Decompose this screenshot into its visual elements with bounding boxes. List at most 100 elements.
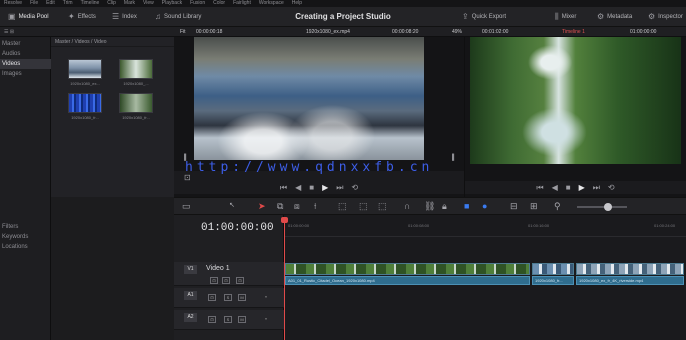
timeline-ruler[interactable]: 01:00:00:00 01:00:08:00 01:00:16:00 01:0… [284,215,686,237]
trim-mode-icon[interactable]: ⧉ [277,201,283,211]
blade-edit-icon[interactable]: ⟊ [314,201,316,211]
snapping-icon[interactable]: ∩ [404,201,410,211]
solo-icon[interactable]: S [224,316,232,323]
source-frame[interactable] [194,37,424,160]
replace-clip-icon[interactable]: ⬚ [378,201,387,211]
menu-trim[interactable]: Trim [63,0,73,7]
media-clip[interactable]: 1920x1080_fr... [68,93,102,120]
metadata-button[interactable]: ⚙ Metadata [597,11,632,23]
audio-clip[interactable]: 1920x1080_fr... [532,276,574,285]
menu-resolve[interactable]: Resolve [4,0,22,7]
zoom-custom-icon[interactable]: ⚲ [554,201,561,211]
go-to-end-icon[interactable]: ⏭ [593,183,600,193]
playhead-line[interactable] [284,219,285,340]
sound-library-button[interactable]: ♫ Sound Library [155,11,201,23]
bin-sidebar: Master Audios Videos Images Filters Keyw… [0,37,51,340]
smart-bin-keywords[interactable]: Keywords [0,232,51,242]
list-view-icon[interactable]: ☰ ⊞ [4,27,14,37]
timeline-frame[interactable] [470,37,681,164]
menu-edit[interactable]: Edit [46,0,55,7]
audio-clip[interactable]: 1920x1080_ex_fr_4K_riverside.mp4 [576,276,684,285]
position-lock-icon[interactable]: 🔒︎ [442,201,447,211]
timeline-timecode[interactable]: 01:00:00:00 [201,222,274,234]
bin-audios[interactable]: Audios [0,49,51,59]
expand-icon[interactable]: » [262,316,270,323]
menu-workspace[interactable]: Workspace [259,0,284,7]
loop-icon[interactable]: ⟲ [608,183,615,192]
step-back-icon[interactable]: ◀ [295,183,301,192]
menu-view[interactable]: View [143,0,154,7]
menu-file[interactable]: File [30,0,38,7]
effects-button[interactable]: ✦ Effects [68,11,96,23]
menu-timeline[interactable]: Timeline [81,0,100,7]
bin-master[interactable]: Master [0,39,51,49]
stop-icon[interactable]: ■ [566,183,571,192]
solo-icon[interactable]: S [224,294,232,301]
timeline-name-select[interactable]: Timeline 1 [562,27,585,37]
media-clip[interactable]: 1920x1080_ex... [68,59,102,86]
menu-help[interactable]: Help [292,0,302,7]
menu-mark[interactable]: Mark [124,0,135,7]
media-clip[interactable]: 1920x1080_fr... [119,93,153,120]
mixer-button[interactable]: ⫼ Mixer [555,11,576,23]
bin-images[interactable]: Images [0,69,51,79]
record-transport: ⏮ ◀ ■ ▶ ⏭ ⟲ [465,181,686,194]
go-to-end-icon[interactable]: ⏭ [336,183,343,193]
play-icon[interactable]: ▶ [579,183,585,192]
linked-selection-icon[interactable]: ⛓ [424,201,435,211]
track-id[interactable]: A1 [184,291,197,300]
go-to-start-icon[interactable]: ⏮ [280,183,287,193]
track-id[interactable]: A2 [184,313,197,322]
zoom-to-fit-icon[interactable]: ⊟ [510,201,518,211]
source-clip-name[interactable]: 1920x1080_ex.mp4 [306,27,350,37]
selection-mode-icon[interactable]: ➤ [258,201,266,211]
source-zoom-select[interactable]: Fit [180,27,186,37]
mute-icon[interactable]: M [238,294,246,301]
quick-export-button[interactable]: ⇪ Quick Export [462,11,506,23]
cursor-icon[interactable]: ↖ [229,201,235,211]
go-to-start-icon[interactable]: ⏮ [536,183,543,193]
lock-track-icon[interactable]: ⊡ [208,316,216,323]
track-id[interactable]: V1 [184,265,197,274]
stop-icon[interactable]: ■ [309,183,314,192]
lock-track-icon[interactable]: ⊡ [210,277,218,284]
flag-icon[interactable]: ■ [464,201,469,211]
menu-clip[interactable]: Clip [107,0,116,7]
zoom-slider-knob[interactable] [604,203,612,211]
play-icon[interactable]: ▶ [322,183,328,192]
expand-icon[interactable]: » [262,294,270,301]
playhead-handle[interactable] [281,217,288,223]
breadcrumb[interactable]: Master / Videos / Video [51,37,174,47]
overwrite-clip-icon[interactable]: ⬚ [359,201,368,211]
video-clip[interactable] [285,263,530,275]
loop-icon[interactable]: ⟲ [351,183,358,192]
timeline-view-options-icon[interactable]: ▭ [182,201,191,211]
lock-track-icon[interactable]: ⊡ [208,294,216,301]
marker-icon[interactable]: ● [482,201,487,211]
menu-playback[interactable]: Playback [162,0,182,7]
step-back-icon[interactable]: ◀ [552,183,558,192]
dynamic-trim-icon[interactable]: ⧈ [294,201,300,211]
smart-bin-locations[interactable]: Locations [0,242,51,252]
track-name[interactable]: Video 1 [206,265,230,272]
video-clip[interactable] [576,263,684,275]
menu-fairlight[interactable]: Fairlight [233,0,251,7]
inspector-button[interactable]: ⚙ Inspector [648,11,683,23]
media-clip[interactable]: 1920x1080_... [119,59,153,86]
video-clip[interactable] [532,263,574,275]
zoom-slider-track[interactable] [577,206,627,208]
media-pool-button[interactable]: ▣ Media Pool [8,11,49,23]
menu-fusion[interactable]: Fusion [190,0,205,7]
mute-icon[interactable]: M [238,316,246,323]
audio-clip[interactable]: A01_01_Rustic_Citadel_Ocean_1920x1080.mp… [285,276,530,285]
timeline-tracks[interactable]: 01:00:00:00 01:00:08:00 01:00:16:00 01:0… [284,215,686,340]
smart-bin-filters[interactable]: Filters [0,222,51,232]
zoom-detail-icon[interactable]: ⊞ [530,201,538,211]
menu-color[interactable]: Color [213,0,225,7]
insert-clip-icon[interactable]: ⬚ [338,201,347,211]
bin-videos[interactable]: Videos [0,59,51,69]
record-zoom-select[interactable]: 49% [452,27,462,37]
disable-track-icon[interactable]: ⊡ [236,277,244,284]
index-button[interactable]: ☰ Index [112,11,137,23]
auto-select-icon[interactable]: ⊡ [222,277,230,284]
